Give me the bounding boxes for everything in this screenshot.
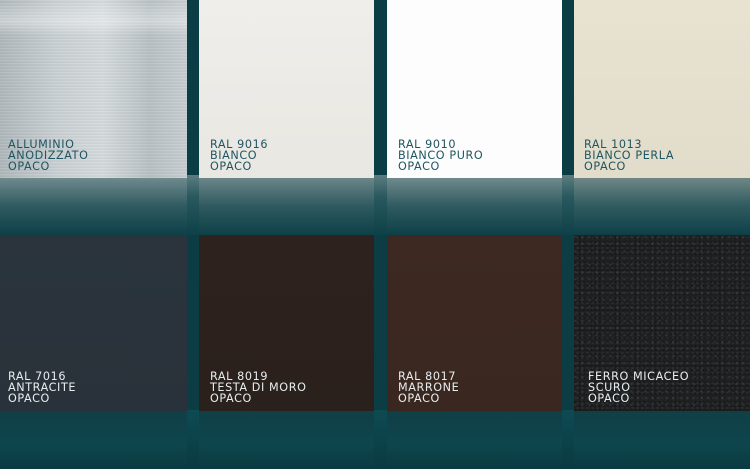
swatch-label-line-3: OPACO (398, 160, 440, 174)
swatch-label-line-3: OPACO (210, 392, 252, 406)
swatch-reflection (387, 411, 562, 469)
swatch-reflection (199, 178, 374, 235)
swatch-label: RAL 8017 MARRONE OPACO (398, 371, 459, 405)
swatch-reflection (574, 178, 750, 235)
swatch-ral-9010[interactable]: RAL 9010 BIANCO PURO OPACO (387, 0, 562, 235)
swatch-label: RAL 1013 BIANCO PERLA OPACO (584, 139, 674, 173)
swatch-label: ALLUMINIO ANODIZZATO OPACO (8, 139, 89, 173)
swatch-label-line-3: OPACO (588, 392, 630, 406)
swatch-reflection (574, 411, 750, 469)
swatch-ral-8019[interactable]: RAL 8019 TESTA DI MORO OPACO (199, 235, 374, 469)
swatch-reflection (0, 178, 187, 235)
swatch-ral-1013[interactable]: RAL 1013 BIANCO PERLA OPACO (574, 0, 750, 235)
swatch-ral-7016[interactable]: RAL 7016 ANTRACITE OPACO (0, 235, 187, 469)
swatch-label-line-3: OPACO (210, 160, 252, 174)
swatch-label-line-3: OPACO (398, 392, 440, 406)
swatch-label: RAL 8019 TESTA DI MORO OPACO (210, 371, 307, 405)
swatch-label-line-3: OPACO (584, 160, 626, 174)
swatch-ral-8017[interactable]: RAL 8017 MARRONE OPACO (387, 235, 562, 469)
swatch-label-line-3: OPACO (8, 392, 50, 406)
swatch-reflection (0, 411, 187, 469)
swatch-label: FERRO MICACEO SCURO OPACO (588, 371, 689, 405)
swatch-label-line-3: OPACO (8, 160, 50, 174)
swatch-ral-9016[interactable]: RAL 9016 BIANCO OPACO (199, 0, 374, 235)
swatch-label: RAL 7016 ANTRACITE OPACO (8, 371, 76, 405)
swatch-reflection (387, 178, 562, 235)
swatch-ferro-micaceo-scuro[interactable]: FERRO MICACEO SCURO OPACO (574, 235, 750, 469)
swatch-reflection (199, 411, 374, 469)
swatch-label: RAL 9016 BIANCO OPACO (210, 139, 268, 173)
swatch-label: RAL 9010 BIANCO PURO OPACO (398, 139, 483, 173)
swatch-alluminio-anodizzato[interactable]: ALLUMINIO ANODIZZATO OPACO (0, 0, 187, 235)
